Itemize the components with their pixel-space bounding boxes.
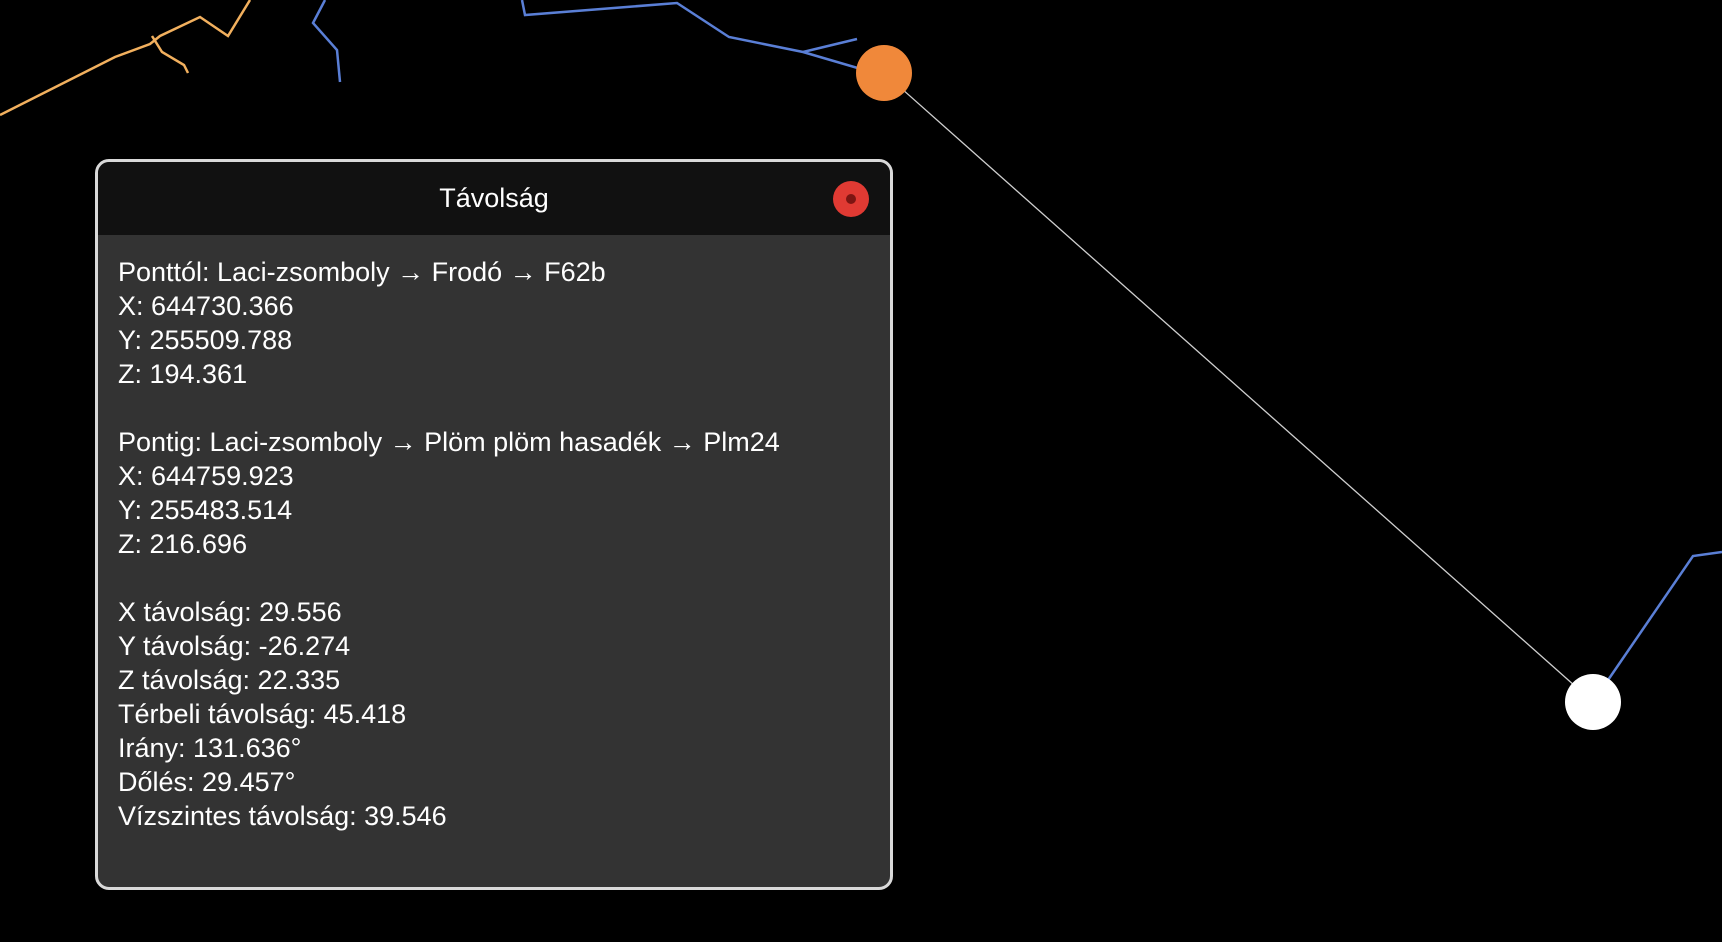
bearing: Irány: 131.636° (118, 733, 302, 763)
survey-line-blue-top (520, 0, 885, 75)
dialog-header[interactable]: Távolság (98, 162, 890, 235)
survey-line-orange (0, 0, 252, 117)
from-point-label: Ponttól: Laci-zsomboly → Frodó → F62b (118, 257, 606, 287)
to-point-y: Y: 255483.514 (118, 495, 293, 525)
from-point-y: Y: 255509.788 (118, 325, 293, 355)
horizontal-distance: Vízszintes távolság: 39.546 (118, 801, 447, 831)
x-distance: X távolság: 29.556 (118, 597, 342, 627)
y-distance: Y távolság: -26.274 (118, 631, 351, 661)
to-point-label: Pontig: Laci-zsomboly → Plöm plöm hasadé… (118, 427, 780, 457)
dip: Dőlés: 29.457° (118, 767, 296, 797)
dialog-body: Ponttól: Laci-zsomboly → Frodó → F62b X:… (98, 235, 890, 833)
close-icon (846, 194, 856, 204)
survey-line-blue-right (1591, 550, 1722, 703)
spatial-distance: Térbeli távolság: 45.418 (118, 699, 407, 729)
map-canvas[interactable]: Távolság Ponttól: Laci-zsomboly → Frodó … (0, 0, 1722, 942)
close-button[interactable] (833, 181, 869, 217)
survey-line-orange-branch (150, 35, 190, 74)
dialog-title: Távolság (439, 183, 549, 213)
survey-line-blue-branch (802, 37, 858, 54)
from-point-z: Z: 194.361 (118, 359, 248, 389)
distance-dialog: Távolság Ponttól: Laci-zsomboly → Frodó … (95, 159, 893, 890)
z-distance: Z távolság: 22.335 (118, 665, 341, 695)
distance-measure-line (883, 72, 1594, 703)
from-point-x: X: 644730.366 (118, 291, 294, 321)
to-point-z: Z: 216.696 (118, 529, 248, 559)
to-point-marker[interactable] (1565, 674, 1621, 730)
to-point-x: X: 644759.923 (118, 461, 294, 491)
from-point-marker[interactable] (856, 45, 912, 101)
survey-line-blue-left (311, 0, 342, 83)
